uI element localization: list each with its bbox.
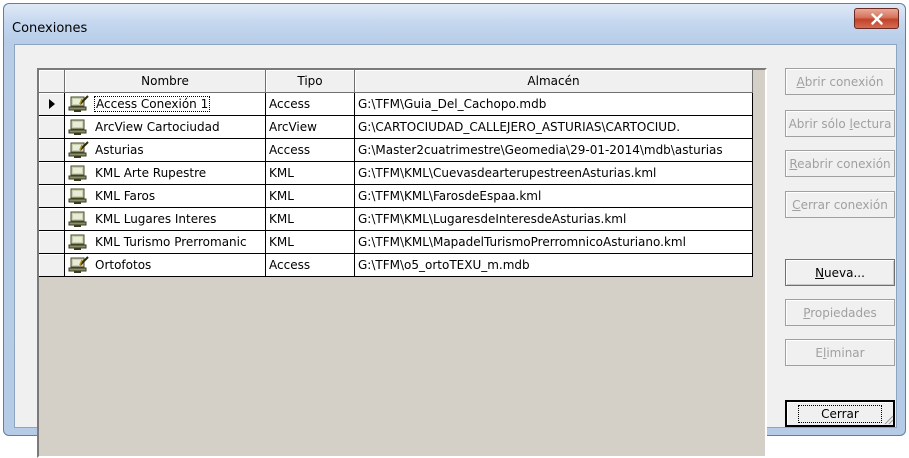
row-store-cell[interactable]: G:\TFM\KML\MapadelTurismoPrerromnicoAstu… <box>355 231 753 254</box>
connection-name: Asturias <box>95 143 144 157</box>
network-connection-icon <box>68 164 90 182</box>
row-type-cell[interactable]: Access <box>266 254 355 277</box>
row-type-cell[interactable]: Access <box>266 93 355 116</box>
delete-button[interactable]: Eliminar <box>785 339 895 366</box>
row-type-cell[interactable]: KML <box>266 185 355 208</box>
table-row[interactable]: Ortofotos Access G:\TFM\o5_ortoTEXU_m.mdb <box>39 254 753 277</box>
close-icon <box>870 12 883 25</box>
reopen-connection-button[interactable]: Reabrir conexión <box>785 150 895 177</box>
row-indicator[interactable] <box>39 231 65 254</box>
close-dialog-button[interactable]: Cerrar <box>785 400 895 427</box>
column-header-type[interactable]: Tipo <box>266 70 355 93</box>
connection-name: KML Turismo Prerromanic <box>95 235 247 249</box>
network-connection-icon <box>68 118 90 136</box>
current-row-pointer-icon <box>48 99 55 109</box>
table-row[interactable]: KML Turismo Prerromanic KML G:\TFM\KML\Map… <box>39 231 753 254</box>
grid-header-row: Nombre Tipo Almacén <box>39 70 753 93</box>
row-indicator[interactable] <box>39 93 65 116</box>
connections-grid[interactable]: Nombre Tipo Almacén Access Conexión 1 Acc… <box>37 68 767 458</box>
table-row[interactable]: Access Conexión 1 Access G:\TFM\Guia_Del_C… <box>39 93 753 116</box>
row-name-cell[interactable]: KML Lugares Interes <box>65 208 266 231</box>
row-name-cell[interactable]: ArcView Cartociudad <box>65 116 266 139</box>
table-row[interactable]: ArcView Cartociudad ArcView G:\CARTOCIUDAD… <box>39 116 753 139</box>
row-name-cell[interactable]: KML Turismo Prerromanic <box>65 231 266 254</box>
row-store-cell[interactable]: G:\TFM\KML\LugaresdeInteresdeAsturias.km… <box>355 208 753 231</box>
open-connection-button[interactable]: Abrir conexión <box>785 68 895 95</box>
column-header-name[interactable]: Nombre <box>65 70 266 93</box>
window-close-button[interactable] <box>854 8 899 29</box>
row-type-cell[interactable]: Access <box>266 139 355 162</box>
table-row[interactable]: KML Faros KML G:\TFM\KML\FarosdeEspaa.kml <box>39 185 753 208</box>
close-dialog-label: Cerrar <box>798 404 882 423</box>
properties-button[interactable]: Propiedades <box>785 299 895 326</box>
row-type-cell[interactable]: ArcView <box>266 116 355 139</box>
row-store-cell[interactable]: G:\CARTOCIUDAD_CALLEJERO_ASTURIAS\CARTOC… <box>355 116 753 139</box>
table-row[interactable]: KML Arte Rupestre KML G:\TFM\KML\Cuevasdea… <box>39 162 753 185</box>
access-connection-icon <box>68 141 90 159</box>
network-connection-icon <box>68 187 90 205</box>
row-name-cell[interactable]: Access Conexión 1 <box>65 93 266 116</box>
resize-grip-icon[interactable] <box>882 413 894 425</box>
row-name-cell[interactable]: KML Faros <box>65 185 266 208</box>
connections-dialog: Conexiones Nombre Tipo Almacén Access Co… <box>3 3 906 458</box>
row-store-cell[interactable]: G:\Master2cuatrimestre\Geomedia\29-01-20… <box>355 139 753 162</box>
table-row[interactable]: Asturias Access G:\Master2cuatrimestre\Geo… <box>39 139 753 162</box>
row-store-cell[interactable]: G:\TFM\KML\FarosdeEspaa.kml <box>355 185 753 208</box>
close-connection-button[interactable]: Cerrar conexión <box>785 191 895 218</box>
access-connection-icon <box>68 256 90 274</box>
network-connection-icon <box>68 233 90 251</box>
row-type-cell[interactable]: KML <box>266 208 355 231</box>
column-header-store[interactable]: Almacén <box>355 70 753 93</box>
new-connection-button[interactable]: Nueva... <box>785 259 895 286</box>
row-indicator[interactable] <box>39 116 65 139</box>
connection-name: Ortofotos <box>95 258 152 272</box>
header-corner <box>39 70 65 93</box>
title-bar[interactable]: Conexiones <box>4 4 905 44</box>
connection-name: KML Arte Rupestre <box>95 166 207 180</box>
row-name-cell[interactable]: Asturias <box>65 139 266 162</box>
row-store-cell[interactable]: G:\TFM\o5_ortoTEXU_m.mdb <box>355 254 753 277</box>
row-store-cell[interactable]: G:\TFM\Guia_Del_Cachopo.mdb <box>355 93 753 116</box>
open-readonly-button[interactable]: Abrir sólo lectura <box>785 110 895 137</box>
dialog-body: Nombre Tipo Almacén Access Conexión 1 Acc… <box>14 44 897 458</box>
table-row[interactable]: KML Lugares Interes KML G:\TFM\KML\Lugares… <box>39 208 753 231</box>
row-indicator[interactable] <box>39 139 65 162</box>
connection-name: ArcView Cartociudad <box>95 120 220 134</box>
row-name-cell[interactable]: KML Arte Rupestre <box>65 162 266 185</box>
row-indicator[interactable] <box>39 208 65 231</box>
connection-name: KML Faros <box>95 189 156 203</box>
row-indicator[interactable] <box>39 254 65 277</box>
access-connection-icon <box>68 95 90 113</box>
row-indicator[interactable] <box>39 185 65 208</box>
row-type-cell[interactable]: KML <box>266 231 355 254</box>
connection-name: KML Lugares Interes <box>95 212 217 226</box>
row-store-cell[interactable]: G:\TFM\KML\CuevasdearterupestreenAsturia… <box>355 162 753 185</box>
connection-name: Access Conexión 1 <box>93 96 211 112</box>
row-name-cell[interactable]: Ortofotos <box>65 254 266 277</box>
row-type-cell[interactable]: KML <box>266 162 355 185</box>
row-indicator[interactable] <box>39 162 65 185</box>
window-title: Conexiones <box>12 21 88 36</box>
network-connection-icon <box>68 210 90 228</box>
